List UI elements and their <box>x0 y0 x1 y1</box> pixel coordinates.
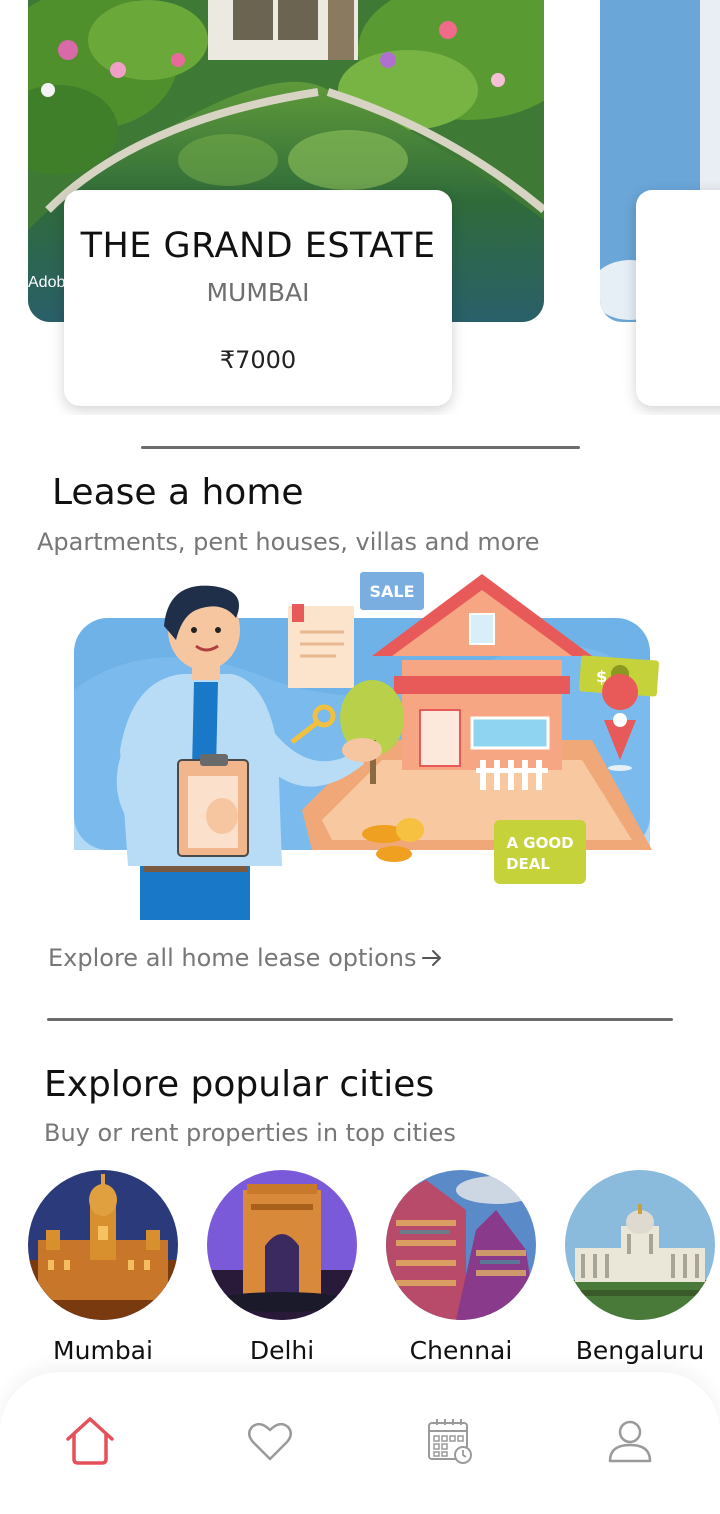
city-image <box>207 1170 357 1320</box>
home-icon <box>66 1417 114 1465</box>
city-image <box>28 1170 178 1320</box>
property-card[interactable] <box>636 190 720 406</box>
explore-lease-link[interactable]: Explore all home lease options <box>48 944 444 972</box>
city-image <box>386 1170 536 1320</box>
lease-section-subtitle: Apartments, pent houses, villas and more <box>37 528 540 556</box>
nav-home[interactable] <box>55 1406 125 1476</box>
image-watermark: Adob <box>28 274 66 291</box>
city-name: Bengaluru <box>575 1336 705 1365</box>
featured-carousel[interactable]: Adob THE GRAND ESTATE MUMBAI ₹7000 <box>0 0 720 415</box>
deal-tag-line2: DEAL <box>506 855 550 873</box>
nav-profile[interactable] <box>595 1406 665 1476</box>
explore-lease-link-text: Explore all home lease options <box>48 944 417 972</box>
city-item-bengaluru[interactable]: Bengaluru <box>560 1170 720 1365</box>
cities-section-subtitle: Buy or rent properties in top cities <box>44 1119 456 1147</box>
city-name: Mumbai <box>53 1336 153 1365</box>
section-divider <box>141 446 580 449</box>
property-price: ₹7000 <box>219 346 297 374</box>
section-divider <box>47 1018 673 1021</box>
calendar-icon <box>428 1419 472 1464</box>
city-image <box>565 1170 715 1320</box>
property-city: MUMBAI <box>206 278 310 307</box>
nav-bookings[interactable] <box>414 1406 484 1476</box>
city-item-delhi[interactable]: Delhi <box>202 1170 362 1365</box>
property-name: THE GRAND ESTATE <box>80 226 436 266</box>
bottom-navigation <box>0 1372 720 1514</box>
arrow-right-icon <box>422 950 442 966</box>
city-item-chennai[interactable]: Chennai <box>381 1170 541 1365</box>
city-name: Chennai <box>409 1336 513 1365</box>
lease-illustration[interactable]: SALE $ A GOOD DEAL <box>72 570 662 920</box>
cities-section-title: Explore popular cities <box>44 1064 435 1105</box>
profile-icon <box>608 1420 652 1463</box>
city-item-mumbai[interactable]: Mumbai <box>23 1170 183 1365</box>
sale-tag: SALE <box>369 582 414 601</box>
property-card[interactable]: THE GRAND ESTATE MUMBAI ₹7000 <box>64 190 452 406</box>
nav-favorites[interactable] <box>235 1406 305 1476</box>
city-name: Delhi <box>249 1336 315 1365</box>
deal-tag-line1: A GOOD <box>506 834 573 852</box>
heart-icon <box>248 1422 292 1461</box>
lease-section-title: Lease a home <box>52 472 304 513</box>
